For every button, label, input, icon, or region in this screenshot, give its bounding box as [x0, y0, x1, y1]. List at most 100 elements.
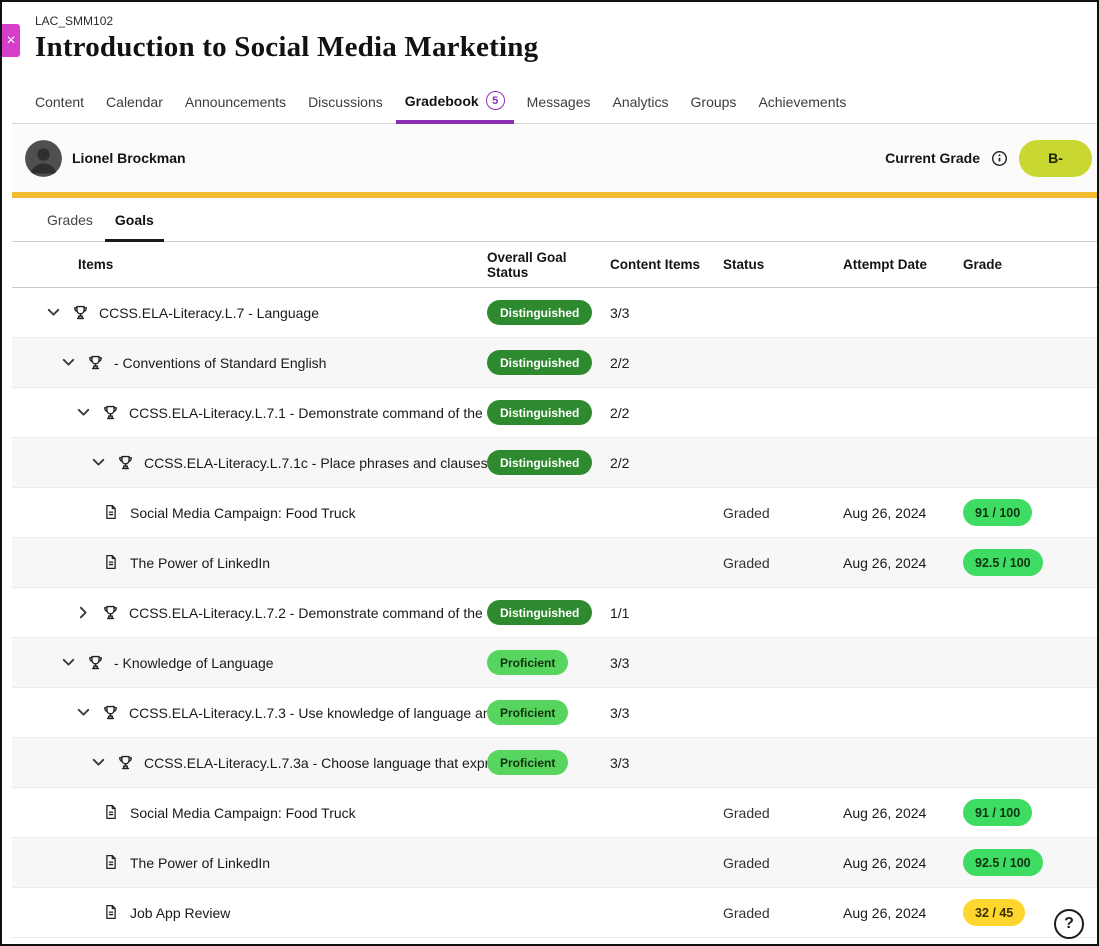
- nav-tab-label: Announcements: [185, 94, 286, 110]
- attempt-date: Aug 26, 2024: [843, 505, 926, 521]
- gradebook-count-badge: 5: [486, 91, 505, 110]
- nav-tab-label: Achievements: [758, 94, 846, 110]
- content-items-count: 3/3: [610, 305, 629, 321]
- nav-tab-label: Calendar: [106, 94, 163, 110]
- nav-tab-gradebook[interactable]: Gradebook5: [394, 81, 516, 123]
- goal-label: - Knowledge of Language: [114, 655, 274, 671]
- tab-grades[interactable]: Grades: [36, 198, 104, 241]
- current-grade-label: Current Grade: [885, 150, 980, 166]
- content-items-count: 3/3: [610, 655, 629, 671]
- column-header-items: Items: [12, 257, 487, 272]
- goal-status-badge: Proficient: [487, 650, 568, 675]
- goal-label: CCSS.ELA-Literacy.L.7.3 - Use knowledge …: [129, 705, 487, 721]
- collapse-chevron-icon[interactable]: [90, 754, 107, 771]
- goal-status-badge: Distinguished: [487, 300, 592, 325]
- goal-status-badge: Distinguished: [487, 450, 592, 475]
- content-items-count: 2/2: [610, 405, 629, 421]
- close-icon: ×: [6, 33, 15, 49]
- subtab-label: Goals: [115, 212, 154, 228]
- item-label[interactable]: The Power of LinkedIn: [130, 855, 270, 871]
- nav-tab-label: Discussions: [308, 94, 383, 110]
- column-header-attempt-date: Attempt Date: [843, 257, 963, 272]
- item-row: The Power of LinkedIn Graded Aug 26, 2024 9…: [12, 838, 1097, 888]
- document-icon: [102, 553, 121, 572]
- goal-trophy-icon: [71, 303, 90, 322]
- grade-badge[interactable]: 32 / 45: [963, 899, 1025, 926]
- grade-badge[interactable]: 92.5 / 100: [963, 549, 1043, 576]
- current-grade-pill[interactable]: B-: [1019, 140, 1092, 177]
- item-label[interactable]: Social Media Campaign: Food Truck: [130, 505, 356, 521]
- tab-goals[interactable]: Goals: [104, 198, 165, 241]
- collapse-chevron-icon[interactable]: [45, 304, 62, 321]
- item-row: The Power of LinkedIn Graded Aug 26, 2024 9…: [12, 538, 1097, 588]
- item-label[interactable]: Job App Review: [130, 905, 230, 921]
- content-items-count: 2/2: [610, 455, 629, 471]
- app-window: × LAC_SMM102 Introduction to Social Medi…: [0, 0, 1099, 946]
- goal-label: CCSS.ELA-Literacy.L.7.1 - Demonstrate co…: [129, 405, 487, 421]
- nav-tab-groups[interactable]: Groups: [680, 84, 748, 123]
- grade-badge[interactable]: 92.5 / 100: [963, 849, 1043, 876]
- column-header-content-items: Content Items: [610, 257, 723, 272]
- nav-tab-label: Content: [35, 94, 84, 110]
- collapse-chevron-icon[interactable]: [75, 704, 92, 721]
- help-button[interactable]: ?: [1054, 909, 1084, 939]
- info-icon[interactable]: [991, 150, 1008, 167]
- item-row: Social Media Campaign: Food TruckGradedA…: [12, 788, 1097, 838]
- question-mark-icon: ?: [1064, 915, 1074, 933]
- table-body: CCSS.ELA-Literacy.L.7 - LanguageDistingu…: [12, 288, 1097, 938]
- goal-trophy-icon: [116, 753, 135, 772]
- goals-table: Items Overall Goal Status Content Items …: [12, 242, 1097, 944]
- attempt-date: Aug 26, 2024: [843, 555, 926, 571]
- nav-tab-content[interactable]: Content: [24, 84, 95, 123]
- course-code: LAC_SMM102: [35, 14, 1097, 28]
- item-status: Graded: [723, 555, 770, 571]
- goal-label: CCSS.ELA-Literacy.L.7.3a - Choose langua…: [144, 755, 487, 771]
- document-icon: [102, 803, 121, 822]
- grade-badge[interactable]: 91 / 100: [963, 499, 1032, 526]
- goal-row: CCSS.ELA-Literacy.L.7.1 - Demonstrate co…: [12, 388, 1097, 438]
- nav-tab-announcements[interactable]: Announcements: [174, 84, 297, 123]
- nav-tab-messages[interactable]: Messages: [516, 84, 602, 123]
- attempt-date: Aug 26, 2024: [843, 855, 926, 871]
- expand-chevron-icon[interactable]: [75, 604, 92, 621]
- collapse-chevron-icon[interactable]: [90, 454, 107, 471]
- item-label[interactable]: The Power of LinkedIn: [130, 555, 270, 571]
- item-status: Graded: [723, 905, 770, 921]
- item-row: Job App Review Graded Aug 26, 2024 32 / 45: [12, 888, 1097, 938]
- collapse-chevron-icon[interactable]: [60, 354, 77, 371]
- close-panel-button[interactable]: ×: [2, 24, 20, 57]
- nav-tab-analytics[interactable]: Analytics: [601, 84, 679, 123]
- goal-label: CCSS.ELA-Literacy.L.7.1c - Place phrases…: [144, 455, 487, 471]
- current-grade-area: Current Grade B-: [885, 140, 1092, 177]
- goal-label: - Conventions of Standard English: [114, 355, 326, 371]
- item-row: Social Media Campaign: Food Truck Graded A…: [12, 488, 1097, 538]
- item-status: Graded: [723, 855, 770, 871]
- course-title: Introduction to Social Media Marketing: [35, 31, 1097, 64]
- nav-tab-label: Analytics: [612, 94, 668, 110]
- grade-badge[interactable]: 91 / 100: [963, 799, 1032, 826]
- nav-tab-label: Groups: [691, 94, 737, 110]
- goal-status-badge: Distinguished: [487, 400, 592, 425]
- nav-tab-calendar[interactable]: Calendar: [95, 84, 174, 123]
- attempt-date: Aug 26, 2024: [843, 905, 926, 921]
- item-label[interactable]: Social Media Campaign: Food Truck: [130, 805, 356, 821]
- nav-tab-discussions[interactable]: Discussions: [297, 84, 394, 123]
- main-content: LAC_SMM102 Introduction to Social Media …: [12, 2, 1097, 944]
- goal-status-badge: Distinguished: [487, 350, 592, 375]
- collapse-chevron-icon[interactable]: [75, 404, 92, 421]
- goal-trophy-icon: [101, 603, 120, 622]
- goal-trophy-icon: [86, 353, 105, 372]
- goal-trophy-icon: [101, 703, 120, 722]
- goal-row: CCSS.ELA-Literacy.L.7.2 - Demonstrate co…: [12, 588, 1097, 638]
- content-items-count: 1/1: [610, 605, 629, 621]
- item-status: Graded: [723, 505, 770, 521]
- table-header: Items Overall Goal Status Content Items …: [12, 242, 1097, 288]
- collapse-chevron-icon[interactable]: [60, 654, 77, 671]
- content-items-count: 3/3: [610, 755, 629, 771]
- goal-row: - Conventions of Standard English Disting…: [12, 338, 1097, 388]
- attempt-date: Aug 26, 2024: [843, 805, 926, 821]
- content-items-count: 3/3: [610, 705, 629, 721]
- nav-tab-achievements[interactable]: Achievements: [747, 84, 857, 123]
- gradebook-subtabs: Grades Goals: [12, 198, 1097, 242]
- goal-label: CCSS.ELA-Literacy.L.7.2 - Demonstrate co…: [129, 605, 487, 621]
